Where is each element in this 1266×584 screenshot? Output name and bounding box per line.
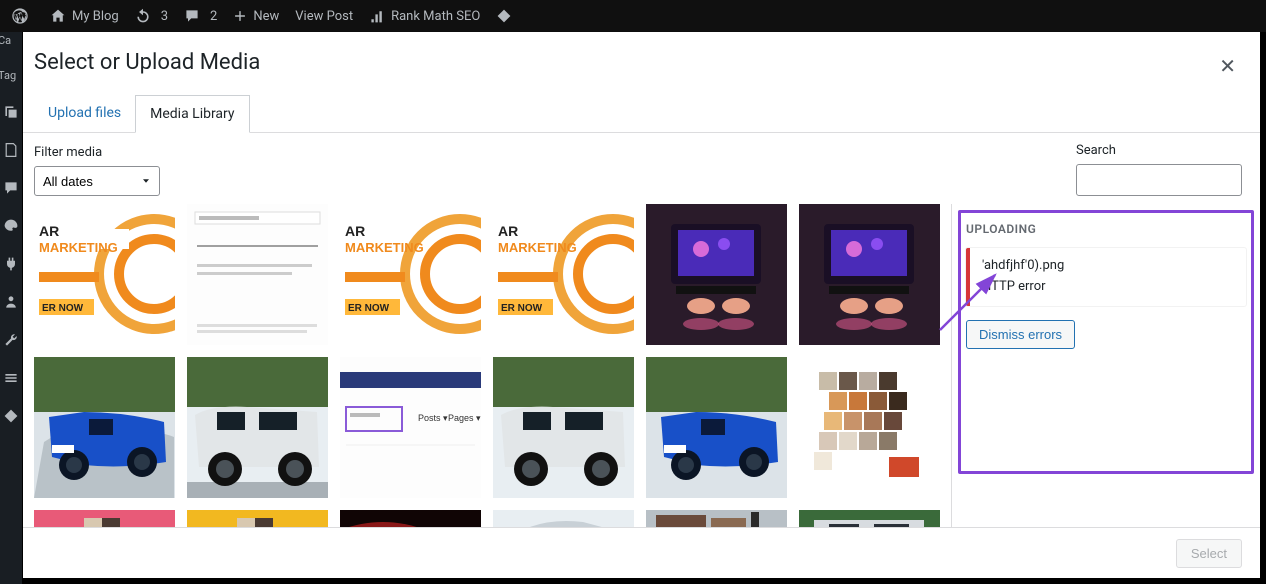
bar-chart-icon [369,8,385,24]
tools-icon[interactable] [3,332,19,348]
modal-title: Select or Upload Media [34,50,260,75]
generic-icon[interactable] [3,408,19,424]
media-thumbnail[interactable]: Posts ▾Pages ▾ [340,357,481,498]
media-modal: Select or Upload Media ✕ Upload files Me… [23,32,1260,578]
media-thumbnail[interactable] [187,204,328,345]
new-link[interactable]: New [225,0,287,32]
svg-text:ER NOW: ER NOW [501,303,543,314]
tab-upload-files[interactable]: Upload files [34,95,135,133]
media-thumbnail[interactable] [187,510,328,527]
media-thumbnail[interactable] [493,357,634,498]
error-filename: 'ahdfjhf'0).png [982,258,1234,273]
svg-text:ER NOW: ER NOW [348,303,390,314]
svg-text:AR: AR [39,223,59,239]
pages-icon[interactable] [3,142,19,158]
search-input[interactable] [1076,164,1242,196]
svg-text:MARKETING: MARKETING [39,240,118,255]
media-thumbnail[interactable] [34,510,175,527]
users-icon[interactable] [3,294,19,310]
refresh-icon [135,8,151,24]
settings-icon[interactable] [3,370,19,386]
media-thumbnail[interactable] [646,510,787,527]
media-thumbnail[interactable] [646,357,787,498]
select-button[interactable]: Select [1176,539,1242,568]
svg-text:AR: AR [498,223,518,239]
filter-label: Filter media [34,145,160,160]
error-message: HTTP error [982,279,1234,294]
media-thumbnail[interactable]: ARMARKETING ER NOW [34,204,175,345]
comments-count: 2 [210,9,217,24]
plugins-icon[interactable] [3,256,19,272]
media-grid: ARMARKETINGER NOW ARMARKETINGER NOW ARMA… [34,204,943,527]
wordpress-icon [12,8,28,24]
comments-icon[interactable] [3,180,19,196]
upload-error-box: 'ahdfjhf'0).png HTTP error [966,248,1246,306]
media-thumbnail[interactable]: ARMARKETING ER NOW [493,204,634,345]
media-thumbnail[interactable] [799,357,940,498]
plus-icon [233,9,247,23]
sidebar-item-categories[interactable]: Ca [0,34,20,47]
svg-text:Pages ▾: Pages ▾ [448,413,481,423]
close-button[interactable]: ✕ [1215,50,1240,83]
site-name: My Blog [72,9,119,24]
svg-text:ER NOW: ER NOW [42,303,84,314]
media-thumbnail[interactable] [340,510,481,527]
wp-logo[interactable] [4,0,42,32]
media-thumbnail[interactable] [799,510,940,527]
tab-media-library[interactable]: Media Library [135,95,249,133]
media-thumbnail[interactable] [493,510,634,527]
comments-link[interactable]: 2 [176,0,225,32]
svg-text:MARKETING: MARKETING [345,240,424,255]
updates-count: 3 [161,9,168,24]
svg-text:AR: AR [345,223,365,239]
svg-text:Posts ▾: Posts ▾ [418,413,448,423]
upload-panel: UPLOADING 'ahdfjhf'0).png HTTP error Dis… [951,204,1260,527]
view-post-link[interactable]: View Post [287,0,361,32]
dismiss-errors-button[interactable]: Dismiss errors [966,320,1075,349]
rank-math-link[interactable]: Rank Math SEO [361,0,488,32]
home-icon [50,8,66,24]
plugin-icon[interactable] [488,0,526,32]
media-thumbnail[interactable] [187,357,328,498]
wp-admin-sidebar: Ca Tag [0,32,22,584]
media-thumbnail[interactable] [34,357,175,498]
date-filter-select[interactable]: All dates [34,166,160,196]
media-thumbnail[interactable] [646,204,787,345]
diamond-icon [496,8,512,24]
appearance-icon[interactable] [3,218,19,234]
media-icon[interactable] [3,104,19,120]
media-grid-scroll[interactable]: ARMARKETINGER NOW ARMARKETINGER NOW ARMA… [23,204,951,527]
modal-tabs: Upload files Media Library [23,95,1260,133]
uploading-heading: UPLOADING [966,222,1246,236]
svg-text:MARKETING: MARKETING [498,240,577,255]
wp-admin-toolbar: My Blog 3 2 New View Post Rank Math SEO [0,0,1266,32]
comment-icon [184,8,200,24]
sidebar-item-tags[interactable]: Tag [0,69,20,82]
search-label: Search [1076,143,1242,158]
updates-link[interactable]: 3 [127,0,176,32]
site-link[interactable]: My Blog [42,0,127,32]
media-thumbnail[interactable]: ARMARKETING ER NOW [340,204,481,345]
new-label: New [253,9,279,24]
modal-footer: Select [23,527,1260,578]
media-thumbnail[interactable] [799,204,940,345]
